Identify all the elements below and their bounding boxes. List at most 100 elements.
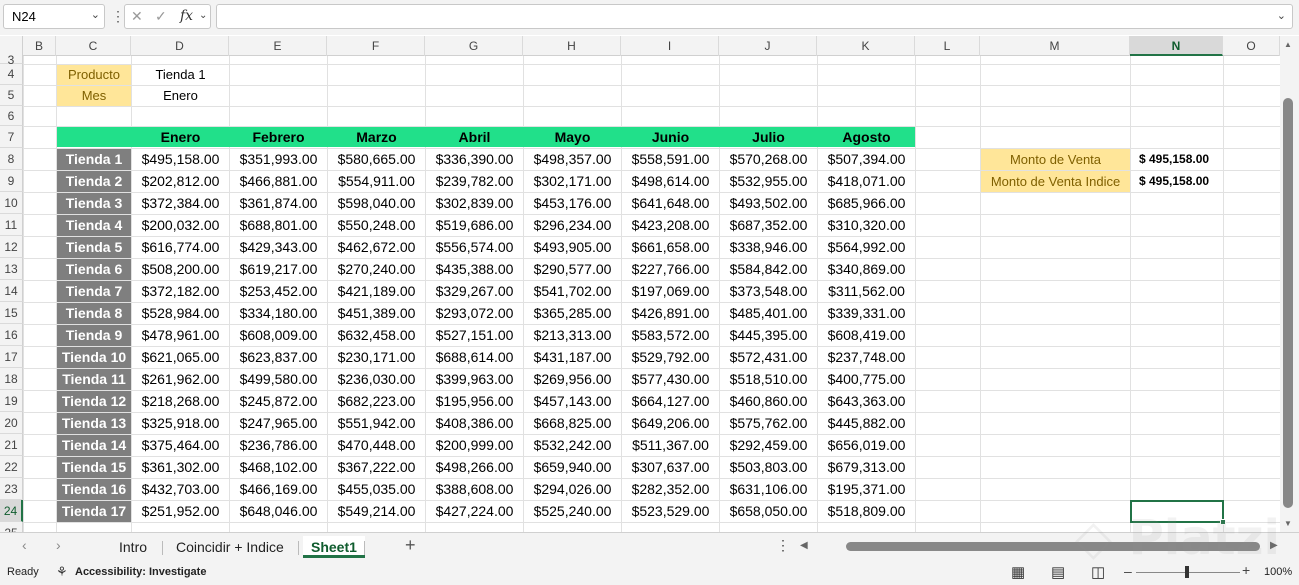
row-header-8[interactable]: 8: [0, 148, 23, 170]
sales-cell[interactable]: $455,035.00: [328, 479, 425, 500]
sales-cell[interactable]: $270,240.00: [328, 259, 425, 280]
sales-cell[interactable]: $558,591.00: [622, 149, 719, 170]
sales-cell[interactable]: $253,452.00: [230, 281, 327, 302]
row-header-18[interactable]: 18: [0, 368, 23, 390]
sales-cell[interactable]: $200,999.00: [426, 435, 523, 456]
sales-cell[interactable]: $470,448.00: [328, 435, 425, 456]
sales-cell[interactable]: $598,040.00: [328, 193, 425, 214]
column-header-b[interactable]: B: [23, 36, 56, 56]
sales-cell[interactable]: $523,529.00: [622, 501, 719, 522]
sales-cell[interactable]: $499,580.00: [230, 369, 327, 390]
sales-cell[interactable]: $682,223.00: [328, 391, 425, 412]
sales-cell[interactable]: $511,367.00: [622, 435, 719, 456]
sales-cell[interactable]: $218,268.00: [132, 391, 229, 412]
insert-function-icon[interactable]: fx: [180, 8, 193, 24]
store-label[interactable]: Tienda 11: [57, 369, 131, 390]
column-header-m[interactable]: M: [980, 36, 1130, 56]
cancel-icon[interactable]: ✕: [131, 8, 143, 25]
row-header-6[interactable]: 6: [0, 106, 23, 126]
scroll-down-icon[interactable]: ▼: [1284, 519, 1292, 528]
sales-cell[interactable]: $239,782.00: [426, 171, 523, 192]
store-label[interactable]: Tienda 17: [57, 501, 131, 522]
tab-coincidir-indice[interactable]: Coincidir + Indice: [168, 536, 292, 558]
column-header-g[interactable]: G: [425, 36, 523, 56]
sales-cell[interactable]: $296,234.00: [524, 215, 621, 236]
sales-cell[interactable]: $427,224.00: [426, 501, 523, 522]
row-header-3[interactable]: 3: [0, 54, 23, 66]
sales-cell[interactable]: $237,748.00: [818, 347, 915, 368]
sales-cell[interactable]: $532,242.00: [524, 435, 621, 456]
sales-cell[interactable]: $688,614.00: [426, 347, 523, 368]
sales-cell[interactable]: $302,171.00: [524, 171, 621, 192]
row-header-19[interactable]: 19: [0, 390, 23, 412]
sales-cell[interactable]: $311,562.00: [818, 281, 915, 302]
sales-cell[interactable]: $584,842.00: [720, 259, 817, 280]
sales-cell[interactable]: $570,268.00: [720, 149, 817, 170]
sales-cell[interactable]: $532,955.00: [720, 171, 817, 192]
result-value[interactable]: $ 495,158.00: [1131, 171, 1223, 192]
sales-cell[interactable]: $495,158.00: [132, 149, 229, 170]
sales-cell[interactable]: $498,357.00: [524, 149, 621, 170]
sales-cell[interactable]: $202,812.00: [132, 171, 229, 192]
sales-cell[interactable]: $679,313.00: [818, 457, 915, 478]
sales-cell[interactable]: $373,548.00: [720, 281, 817, 302]
store-label[interactable]: Tienda 4: [57, 215, 131, 236]
store-label[interactable]: Tienda 5: [57, 237, 131, 258]
store-label[interactable]: Tienda 2: [57, 171, 131, 192]
sales-cell[interactable]: $631,106.00: [720, 479, 817, 500]
store-label[interactable]: Tienda 3: [57, 193, 131, 214]
sales-cell[interactable]: $466,881.00: [230, 171, 327, 192]
sales-cell[interactable]: $429,343.00: [230, 237, 327, 258]
column-header-n[interactable]: N: [1130, 36, 1223, 56]
sales-cell[interactable]: $468,102.00: [230, 457, 327, 478]
sales-cell[interactable]: $664,127.00: [622, 391, 719, 412]
zoom-slider-knob[interactable]: [1185, 566, 1189, 578]
enter-check-icon[interactable]: ✓: [155, 8, 167, 25]
sales-cell[interactable]: $656,019.00: [818, 435, 915, 456]
sales-cell[interactable]: $227,766.00: [622, 259, 719, 280]
sales-cell[interactable]: $659,940.00: [524, 457, 621, 478]
sales-cell[interactable]: $367,222.00: [328, 457, 425, 478]
sales-cell[interactable]: $388,608.00: [426, 479, 523, 500]
sales-cell[interactable]: $462,672.00: [328, 237, 425, 258]
sales-cell[interactable]: $236,030.00: [328, 369, 425, 390]
sales-cell[interactable]: $338,946.00: [720, 237, 817, 258]
row-header-12[interactable]: 12: [0, 236, 23, 258]
sales-cell[interactable]: $290,577.00: [524, 259, 621, 280]
normal-view-icon[interactable]: ▦: [1011, 563, 1025, 581]
next-sheet-icon[interactable]: ›: [56, 537, 61, 553]
store-label[interactable]: Tienda 9: [57, 325, 131, 346]
sales-cell[interactable]: $294,026.00: [524, 479, 621, 500]
month-header-julio[interactable]: Julio: [720, 127, 817, 147]
sales-cell[interactable]: $478,961.00: [132, 325, 229, 346]
sales-cell[interactable]: $621,065.00: [132, 347, 229, 368]
column-header-e[interactable]: E: [229, 36, 327, 56]
sales-cell[interactable]: $577,430.00: [622, 369, 719, 390]
sales-cell[interactable]: $230,171.00: [328, 347, 425, 368]
store-label[interactable]: Tienda 1: [57, 149, 131, 170]
name-box[interactable]: N24 ⌄: [3, 4, 105, 29]
month-header-enero[interactable]: Enero: [132, 127, 229, 147]
sales-cell[interactable]: $541,702.00: [524, 281, 621, 302]
store-label[interactable]: Tienda 15: [57, 457, 131, 478]
month-header-abril[interactable]: Abril: [426, 127, 523, 147]
sales-cell[interactable]: $431,187.00: [524, 347, 621, 368]
column-header-i[interactable]: I: [621, 36, 719, 56]
sales-cell[interactable]: $685,966.00: [818, 193, 915, 214]
sales-cell[interactable]: $466,169.00: [230, 479, 327, 500]
sales-cell[interactable]: $619,217.00: [230, 259, 327, 280]
sales-cell[interactable]: $245,872.00: [230, 391, 327, 412]
sales-cell[interactable]: $527,151.00: [426, 325, 523, 346]
sales-cell[interactable]: $493,502.00: [720, 193, 817, 214]
sales-cell[interactable]: $507,394.00: [818, 149, 915, 170]
sales-cell[interactable]: $518,510.00: [720, 369, 817, 390]
sales-cell[interactable]: $329,267.00: [426, 281, 523, 302]
sales-cell[interactable]: $400,775.00: [818, 369, 915, 390]
sales-cell[interactable]: $282,352.00: [622, 479, 719, 500]
chevron-down-icon[interactable]: ⌄: [91, 8, 100, 21]
sales-cell[interactable]: $457,143.00: [524, 391, 621, 412]
sales-cell[interactable]: $334,180.00: [230, 303, 327, 324]
sales-cell[interactable]: $460,860.00: [720, 391, 817, 412]
row-header-21[interactable]: 21: [0, 434, 23, 456]
row-header-22[interactable]: 22: [0, 456, 23, 478]
